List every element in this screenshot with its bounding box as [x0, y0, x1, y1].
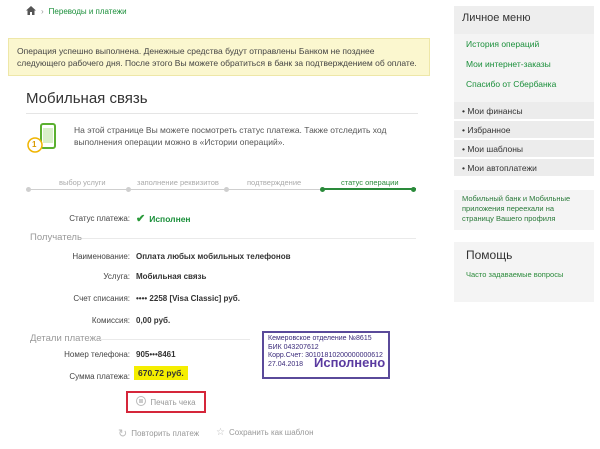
step-3: подтверждение [244, 178, 305, 187]
stamp-line-1: Кемеровское отделение №8615 [268, 335, 372, 342]
help-box: Помощь Часто задаваемые вопросы [454, 242, 594, 302]
repeat-payment-button[interactable]: ↻ Повторить платеж [118, 427, 199, 440]
service-value: Мобильная связь [136, 272, 207, 281]
account-value: •••• 2258 [Visa Classic] руб. [136, 294, 240, 303]
status-label: Статус платежа: [69, 214, 130, 223]
info-text: На этой странице Вы можете посмотреть ст… [74, 125, 387, 147]
faq-link[interactable]: Часто задаваемые вопросы [466, 270, 576, 280]
print-label: Печать чека [150, 397, 196, 407]
stamp-status: Исполнено [314, 355, 386, 370]
phone-value: 905•••8461 [136, 350, 176, 359]
sidebar-title: Личное меню [454, 6, 594, 34]
phone-label: Номер телефона: [64, 350, 130, 359]
mobile-phone-icon: 1 [26, 121, 60, 155]
check-icon: ✔ [136, 213, 146, 225]
help-title: Помощь [466, 248, 513, 262]
stamp-line-2: БИК 043207612 [268, 343, 319, 351]
breadcrumb-link[interactable]: Переводы и платежи [49, 7, 127, 16]
sum-label: Сумма платежа: [69, 372, 130, 381]
sidebar-links: История операций Мои интернет-заказы Спа… [454, 34, 594, 102]
step-2: заполнение реквизитов [134, 178, 222, 187]
category-label: Мои шаблоны [467, 144, 523, 154]
bullet-icon: • [462, 125, 465, 135]
sidebar-item-autopayments[interactable]: • Мои автоплатежи [454, 159, 594, 177]
category-label: Мои финансы [467, 106, 523, 116]
sidebar-item-templates[interactable]: • Мои шаблоны [454, 140, 594, 158]
status-value: ✔ Исполнен [136, 212, 191, 225]
save-template-label: Сохранить как шаблон [228, 428, 314, 437]
printer-icon [136, 396, 147, 408]
chevron-right-icon: › [41, 7, 44, 16]
title-divider [26, 113, 418, 114]
status-text: Исполнен [149, 213, 191, 224]
fee-value: 0,00 руб. [136, 316, 171, 325]
step-1: выбор услуги [56, 178, 109, 187]
recipient-heading: Получатель [30, 232, 82, 243]
fee-label: Комиссия: [91, 316, 130, 325]
details-heading: Детали платежа [30, 333, 102, 344]
progress-steps: выбор услуги заполнение реквизитов подтв… [26, 178, 416, 198]
name-label: Наименование: [72, 252, 130, 261]
sidebar-link-spasibo[interactable]: Спасибо от Сбербанка [466, 79, 556, 89]
step-4: статус операции [338, 178, 402, 187]
success-notice: Операция успешно выполнена. Денежные сре… [8, 38, 430, 76]
phone-badge: 1 [32, 140, 37, 149]
sidebar: Личное меню История операций Мои интерне… [454, 6, 594, 446]
page-title: Мобильная связь [26, 90, 148, 107]
bullet-icon: • [462, 144, 465, 154]
mobile-bank-promo[interactable]: Мобильный банк и Мобильные приложения пе… [454, 190, 594, 230]
save-template-button[interactable]: ☆ Сохранить как шаблон [216, 427, 314, 438]
bank-stamp: Кемеровское отделение №8615 БИК 04320761… [262, 331, 390, 379]
star-icon: ☆ [216, 427, 225, 438]
sidebar-link-history[interactable]: История операций [466, 39, 539, 49]
repeat-label: Повторить платеж [131, 429, 200, 438]
account-label: Счет списания: [73, 294, 130, 303]
notice-text: Операция успешно выполнена. Денежные сре… [17, 46, 417, 68]
details-divider [100, 339, 250, 340]
home-icon[interactable] [26, 6, 36, 17]
category-label: Мои автоплатежи [467, 163, 537, 173]
print-receipt-button[interactable]: Печать чека [126, 391, 206, 413]
sidebar-item-favorites[interactable]: • Избранное [454, 121, 594, 139]
service-label: Услуга: [103, 272, 130, 281]
category-label: Избранное [467, 125, 511, 135]
sidebar-link-orders[interactable]: Мои интернет-заказы [466, 59, 551, 69]
recipient-divider [82, 238, 416, 239]
sum-value: 670.72 руб. [134, 366, 188, 380]
bullet-icon: • [462, 163, 465, 173]
sidebar-item-finances[interactable]: • Мои финансы [454, 102, 594, 120]
name-value: Оплата любых мобильных телефонов [136, 252, 291, 261]
sum-value-box: 670.72 руб. [134, 366, 188, 380]
bullet-icon: • [462, 106, 465, 116]
breadcrumb: › Переводы и платежи [26, 6, 127, 17]
refresh-icon: ↻ [118, 428, 128, 440]
